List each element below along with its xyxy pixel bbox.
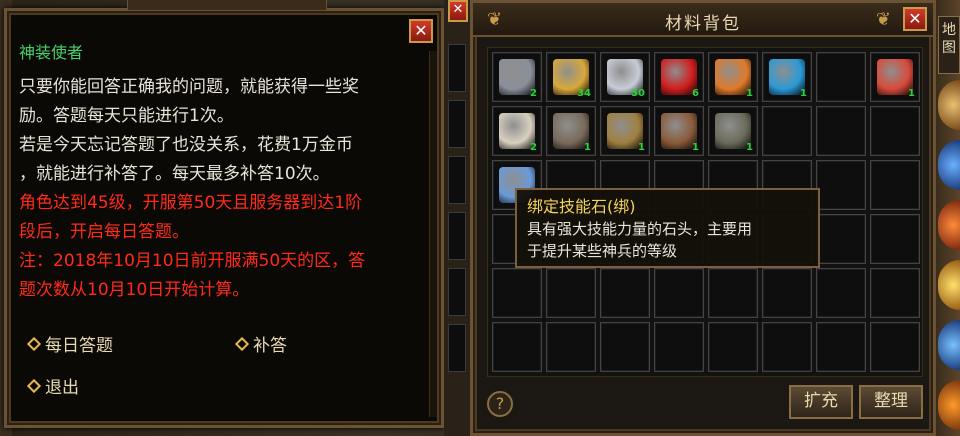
inventory-slot[interactable]: 1 <box>870 52 920 102</box>
inventory-slot[interactable] <box>492 268 542 318</box>
hidden-slot[interactable] <box>448 212 466 260</box>
option-makeup-quiz[interactable]: 补答 <box>234 331 287 356</box>
item-tooltip: 绑定技能石(绑) 具有强大技能力量的石头，主要用 于提升某些神兵的等级 <box>515 188 820 268</box>
npc-requirement-line: 段后，开启每日答题。 <box>19 222 189 242</box>
npc-top-strip <box>127 0 327 11</box>
item-quantity: 2 <box>530 88 537 99</box>
diamond-bullet-icon <box>26 378 42 393</box>
inventory-slot[interactable] <box>708 322 758 372</box>
hidden-slot[interactable] <box>448 324 466 372</box>
help-button[interactable]: ? <box>487 391 513 417</box>
bag-title: 材料背包 <box>665 14 741 34</box>
item-quantity: 1 <box>638 142 645 153</box>
npc-dialog-panel: ✕ 神装使者 只要你能回答正确我的问题，就能获得一些奖 励。答题每天只能进行1次… <box>4 0 444 428</box>
inventory-slot[interactable] <box>654 268 704 318</box>
inventory-slot[interactable] <box>762 268 812 318</box>
inventory-slot[interactable] <box>762 106 812 156</box>
npc-note-line: 注：2018年10月10日前开服满50天的区，答 <box>19 251 366 271</box>
option-daily-quiz-label: 每日答题 <box>45 336 113 356</box>
inventory-slot[interactable] <box>600 322 650 372</box>
item-quantity: 1 <box>584 142 591 153</box>
diamond-bullet-icon <box>26 336 42 351</box>
item-quantity: 34 <box>577 88 591 99</box>
inventory-slot[interactable] <box>546 322 596 372</box>
npc-requirement-line: 角色达到45级，开服第50天且服务器到达1阶 <box>19 193 363 213</box>
npc-text-line: 只要你能回答正确我的问题，就能获得一些奖 <box>19 77 359 97</box>
item-quantity: 50 <box>631 88 645 99</box>
option-exit-label: 退出 <box>45 378 79 398</box>
inventory-slot[interactable]: 1 <box>762 52 812 102</box>
inventory-slot[interactable]: 1 <box>708 52 758 102</box>
inventory-slot[interactable] <box>816 160 866 210</box>
hidden-slot[interactable] <box>448 268 466 316</box>
option-makeup-quiz-label: 补答 <box>253 336 287 356</box>
inventory-slot[interactable] <box>816 322 866 372</box>
inventory-slot[interactable] <box>492 322 542 372</box>
option-exit[interactable]: 退出 <box>26 373 79 398</box>
item-quantity: 1 <box>908 88 915 99</box>
inventory-slot[interactable]: 6 <box>654 52 704 102</box>
inventory-slot[interactable] <box>816 52 866 102</box>
hidden-panel-close-button[interactable]: ✕ <box>448 0 468 22</box>
npc-note-line: 题次数从10月10日开始计算。 <box>19 280 250 300</box>
bag-header: ❦ 材料背包 ❦ ✕ <box>473 3 933 37</box>
tooltip-desc-line: 于提升某些神兵的等级 <box>527 242 678 260</box>
item-quantity: 1 <box>746 88 753 99</box>
map-tab[interactable]: 地图 <box>938 16 960 74</box>
inventory-slot[interactable]: 50 <box>600 52 650 102</box>
sort-button[interactable]: 整理 <box>859 385 923 419</box>
inventory-slot[interactable] <box>870 160 920 210</box>
tooltip-desc-line: 具有强大技能力量的石头，主要用 <box>527 220 753 238</box>
ornament-right-icon: ❦ <box>875 9 891 30</box>
item-quantity: 1 <box>800 88 807 99</box>
inventory-slot[interactable] <box>546 268 596 318</box>
npc-text-line: 若是今天忘记答题了也没关系，花费1万金币 <box>19 135 353 155</box>
inventory-slot[interactable]: 1 <box>600 106 650 156</box>
inventory-slot[interactable] <box>816 268 866 318</box>
npc-text-line: ，就能进行补答了。每天最多补答10次。 <box>19 164 330 184</box>
inventory-slot[interactable]: 1 <box>546 106 596 156</box>
diamond-bullet-icon <box>234 336 250 351</box>
inventory-slot[interactable] <box>816 214 866 264</box>
inventory-slot[interactable]: 1 <box>708 106 758 156</box>
inventory-slot[interactable] <box>870 322 920 372</box>
inventory-slot[interactable]: 2 <box>492 52 542 102</box>
item-quantity: 1 <box>746 142 753 153</box>
inventory-slot[interactable] <box>870 106 920 156</box>
item-quantity: 6 <box>692 88 699 99</box>
inventory-slot[interactable] <box>816 106 866 156</box>
item-quantity: 1 <box>692 142 699 153</box>
hidden-slot[interactable] <box>448 156 466 204</box>
inventory-slot[interactable] <box>870 214 920 264</box>
inventory-slot[interactable] <box>600 268 650 318</box>
inventory-slot[interactable] <box>870 268 920 318</box>
inventory-slot[interactable]: 34 <box>546 52 596 102</box>
inventory-slot[interactable]: 2 <box>492 106 542 156</box>
npc-dialog-content: 神装使者 只要你能回答正确我的问题，就能获得一些奖 励。答题每天只能进行1次。 … <box>19 39 419 305</box>
expand-button[interactable]: 扩充 <box>789 385 853 419</box>
npc-text-line: 励。答题每天只能进行1次。 <box>19 106 234 126</box>
hidden-slot[interactable] <box>448 100 466 148</box>
npc-name: 神装使者 <box>19 43 84 62</box>
bag-close-button[interactable]: ✕ <box>903 7 927 31</box>
inventory-slot[interactable] <box>708 268 758 318</box>
hidden-slot[interactable] <box>448 44 466 92</box>
inventory-slot[interactable] <box>762 322 812 372</box>
inventory-slot[interactable]: 1 <box>654 106 704 156</box>
inventory-slot[interactable] <box>654 322 704 372</box>
option-daily-quiz[interactable]: 每日答题 <box>26 331 113 356</box>
npc-scrollbar[interactable] <box>429 51 437 417</box>
tooltip-title: 绑定技能石(绑) <box>527 197 636 216</box>
item-quantity: 2 <box>530 142 537 153</box>
